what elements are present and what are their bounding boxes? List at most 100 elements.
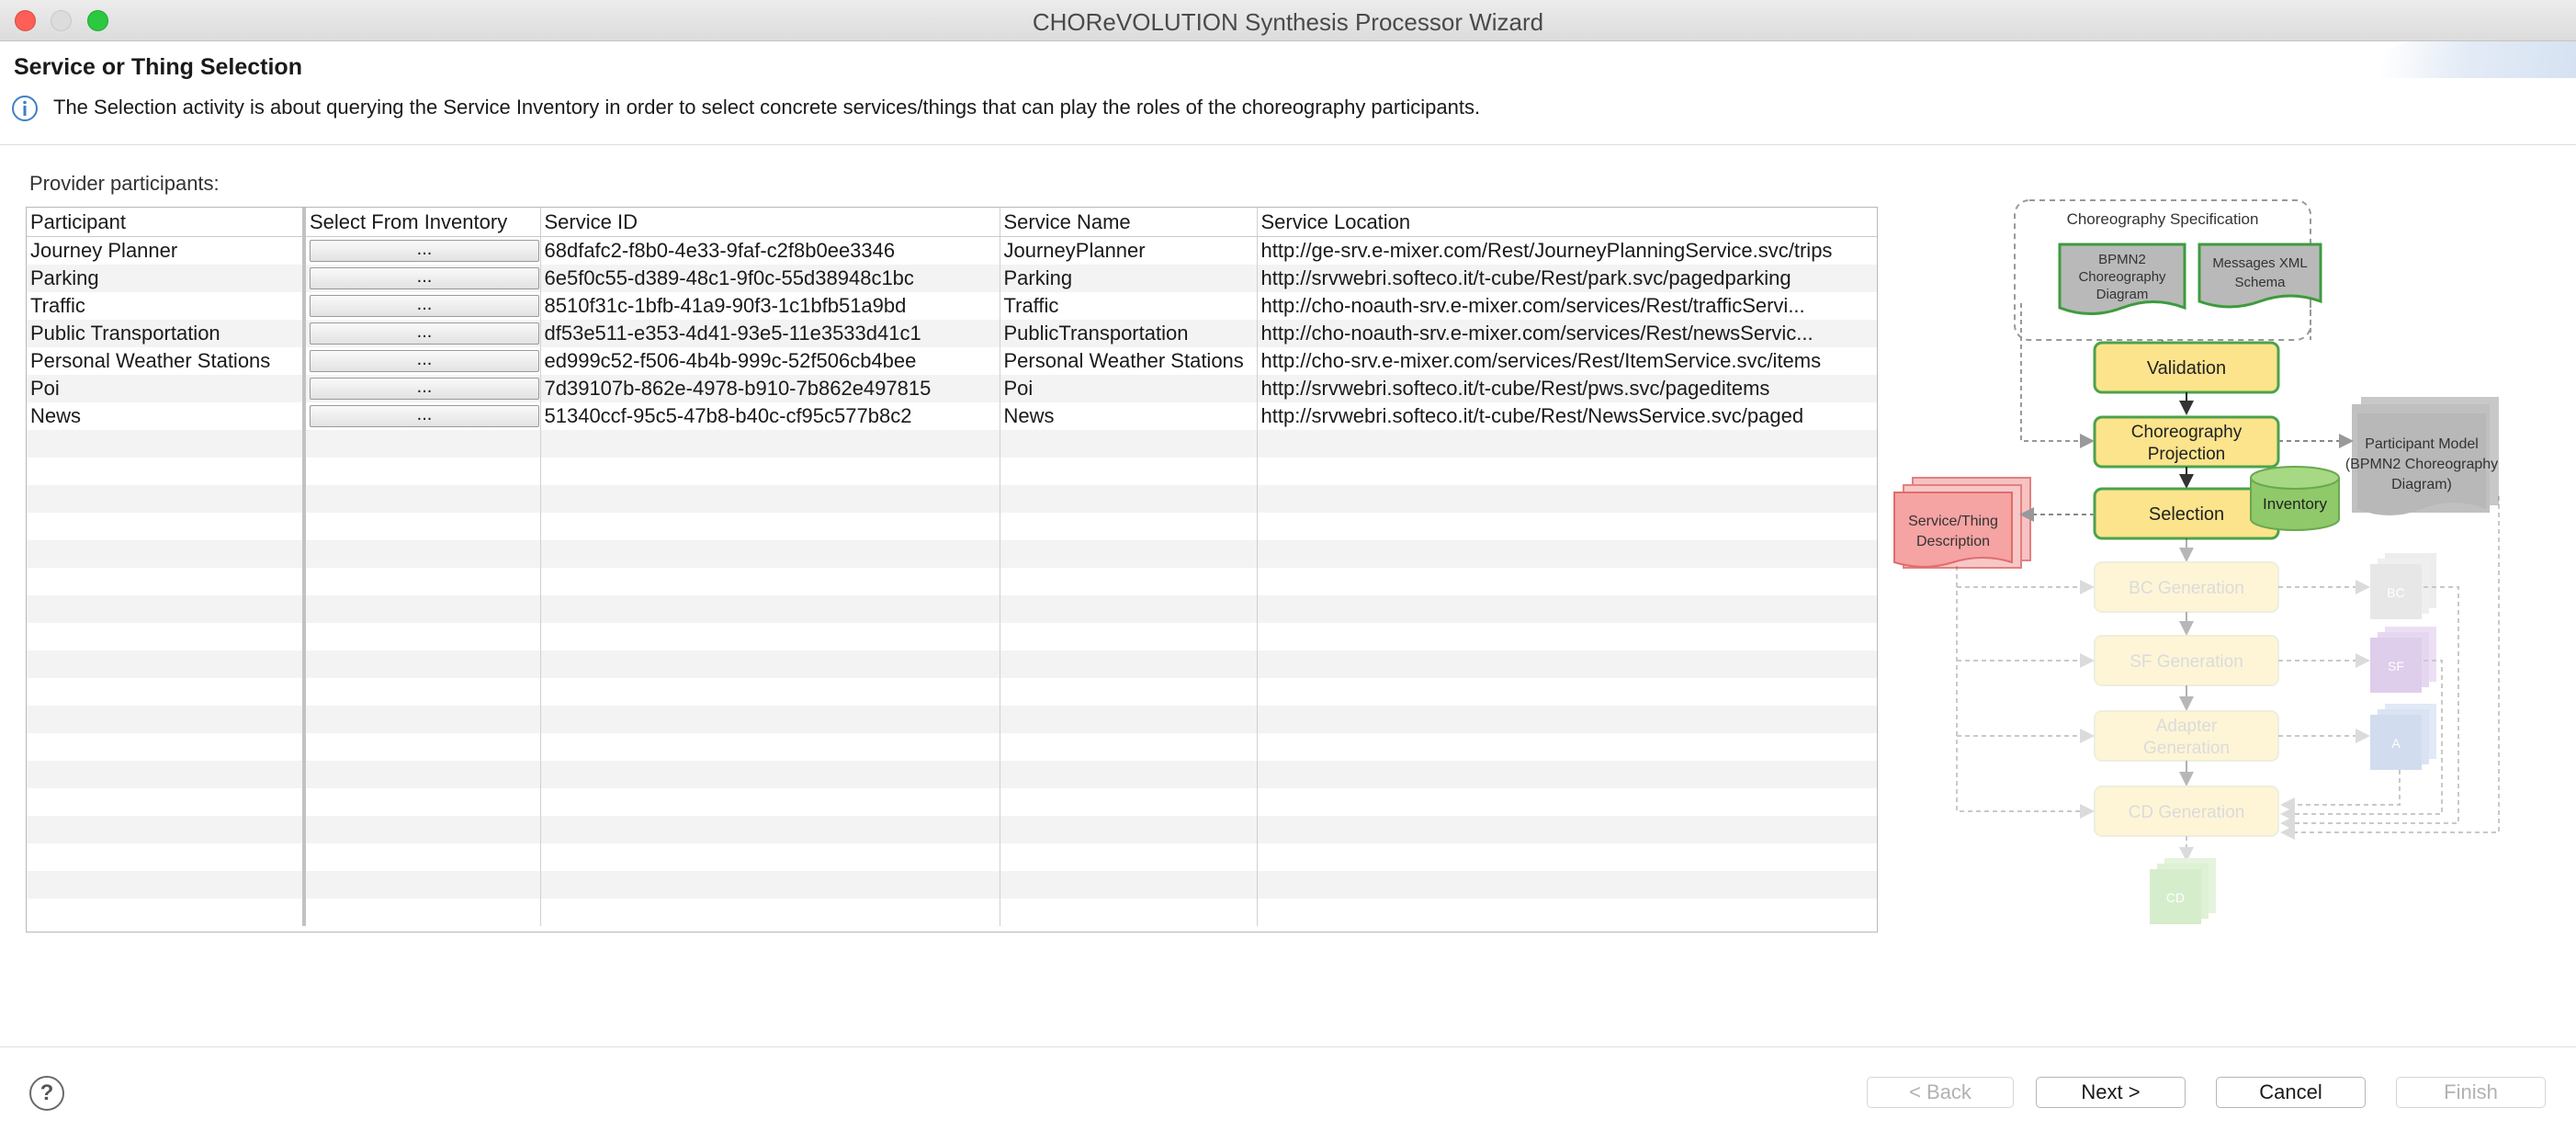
empty-cell: [27, 430, 305, 458]
column-header-service-name[interactable]: Service Name: [1000, 208, 1258, 237]
select-from-inventory-button[interactable]: ...: [310, 240, 539, 262]
select-from-inventory-button[interactable]: ...: [310, 267, 539, 289]
table-row[interactable]: Parking... 6e5f0c55-d389-48c1-9f0c-55d389…: [27, 265, 1877, 292]
empty-cell: [540, 595, 1000, 623]
participant-cell: Poi: [27, 375, 305, 402]
service-name-cell: PublicTransportation: [1000, 320, 1258, 347]
bpmn-document-icon: BPMN2 Choreography Diagram: [2058, 243, 2186, 315]
next-button[interactable]: Next >: [2036, 1077, 2186, 1108]
select-from-inventory-button[interactable]: ...: [310, 322, 539, 345]
empty-cell: [27, 816, 305, 843]
empty-table-row[interactable]: [27, 899, 1877, 926]
empty-cell: [540, 733, 1000, 761]
empty-cell: [302, 843, 541, 871]
empty-cell: [1257, 540, 1877, 568]
svg-text:Diagram): Diagram): [2391, 477, 2452, 492]
empty-cell: [27, 650, 305, 678]
table-row[interactable]: News... 51340ccf-95c5-47b8-b40c-cf95c577b…: [27, 402, 1877, 430]
empty-table-row[interactable]: [27, 678, 1877, 706]
empty-table-row[interactable]: [27, 788, 1877, 816]
empty-table-row[interactable]: [27, 733, 1877, 761]
cd-document-icon: CD: [2150, 858, 2216, 924]
participants-table[interactable]: Participant Select From Inventory Servic…: [26, 207, 1878, 933]
empty-cell: [1000, 513, 1258, 540]
empty-cell: [1257, 761, 1877, 788]
help-button[interactable]: ?: [29, 1076, 64, 1111]
table-row[interactable]: Traffic... 8510f31c-1bfb-41a9-90f3-1c1bfb…: [27, 292, 1877, 320]
empty-cell: [1000, 568, 1258, 595]
svg-text:Validation: Validation: [2147, 358, 2226, 379]
empty-cell: [540, 430, 1000, 458]
participant-model-document-icon: Participant Model (BPMN2 Choreography Di…: [2345, 397, 2499, 515]
select-from-inventory-button[interactable]: ...: [310, 295, 539, 317]
finish-button[interactable]: Finish: [2396, 1077, 2546, 1108]
empty-cell: [1000, 761, 1258, 788]
empty-table-row[interactable]: [27, 595, 1877, 623]
table-row[interactable]: Public Transportation... df53e511-e353-4d…: [27, 320, 1877, 347]
column-header-service-location[interactable]: Service Location: [1257, 208, 1877, 237]
empty-table-row[interactable]: [27, 485, 1877, 513]
empty-table-row[interactable]: [27, 843, 1877, 871]
service-id-cell: 8510f31c-1bfb-41a9-90f3-1c1bfb51a9bd: [540, 292, 1000, 320]
svg-text:Schema: Schema: [2234, 275, 2286, 290]
service-name-cell: JourneyPlanner: [1000, 236, 1258, 265]
svg-text:Generation: Generation: [2143, 739, 2230, 758]
empty-table-row[interactable]: [27, 816, 1877, 843]
empty-table-row[interactable]: [27, 871, 1877, 899]
svg-text:Service/Thing: Service/Thing: [1908, 514, 1998, 529]
empty-cell: [540, 816, 1000, 843]
empty-cell: [302, 485, 541, 513]
select-from-inventory-button[interactable]: ...: [310, 405, 539, 427]
empty-cell: [302, 816, 541, 843]
svg-text:A: A: [2391, 736, 2401, 751]
empty-table-row[interactable]: [27, 706, 1877, 733]
adapter-document-icon: A: [2370, 704, 2436, 770]
svg-text:CD Generation: CD Generation: [2129, 803, 2245, 822]
empty-table-row[interactable]: [27, 650, 1877, 678]
select-from-inventory-cell: ...: [302, 375, 541, 402]
service-name-cell: Traffic: [1000, 292, 1258, 320]
svg-text:SF Generation: SF Generation: [2130, 652, 2243, 672]
table-row[interactable]: Personal Weather Stations... ed999c52-f50…: [27, 347, 1877, 375]
select-from-inventory-cell: ...: [302, 320, 541, 347]
info-icon: [12, 96, 38, 121]
empty-cell: [1257, 706, 1877, 733]
empty-cell: [302, 458, 541, 485]
wizard-header: Service or Thing Selection The Selection…: [0, 41, 2576, 145]
empty-cell: [27, 761, 305, 788]
select-from-inventory-button[interactable]: ...: [310, 378, 539, 400]
empty-cell: [302, 678, 541, 706]
empty-table-row[interactable]: [27, 761, 1877, 788]
service-location-cell: http://srvwebri.softeco.it/t-cube/Rest/N…: [1257, 402, 1877, 430]
select-from-inventory-button[interactable]: ...: [310, 350, 539, 372]
empty-table-row[interactable]: [27, 513, 1877, 540]
svg-text:BPMN2: BPMN2: [2098, 252, 2146, 267]
empty-cell: [540, 706, 1000, 733]
empty-cell: [302, 733, 541, 761]
empty-cell: [540, 788, 1000, 816]
empty-table-row[interactable]: [27, 458, 1877, 485]
back-button[interactable]: < Back: [1867, 1077, 2014, 1108]
svg-text:Selection: Selection: [2149, 504, 2224, 525]
empty-cell: [1000, 733, 1258, 761]
empty-cell: [302, 430, 541, 458]
empty-table-row[interactable]: [27, 623, 1877, 650]
empty-cell: [302, 513, 541, 540]
empty-cell: [1000, 540, 1258, 568]
service-id-cell: 68dfafc2-f8b0-4e33-9faf-c2f8b0ee3346: [540, 236, 1000, 265]
column-header-select-from-inventory[interactable]: Select From Inventory: [302, 208, 541, 237]
empty-cell: [1000, 430, 1258, 458]
table-row[interactable]: Poi... 7d39107b-862e-4978-b910-7b862e4978…: [27, 375, 1877, 402]
empty-cell: [1257, 650, 1877, 678]
empty-cell: [540, 485, 1000, 513]
empty-table-row[interactable]: [27, 568, 1877, 595]
empty-table-row[interactable]: [27, 540, 1877, 568]
empty-table-row[interactable]: [27, 430, 1877, 458]
column-header-participant[interactable]: Participant: [27, 208, 305, 237]
svg-text:Participant Model: Participant Model: [2365, 436, 2479, 452]
column-header-service-id[interactable]: Service ID: [540, 208, 1000, 237]
cancel-button[interactable]: Cancel: [2216, 1077, 2366, 1108]
empty-cell: [302, 540, 541, 568]
table-row[interactable]: Journey Planner... 68dfafc2-f8b0-4e33-9fa…: [27, 236, 1877, 265]
empty-cell: [1257, 458, 1877, 485]
